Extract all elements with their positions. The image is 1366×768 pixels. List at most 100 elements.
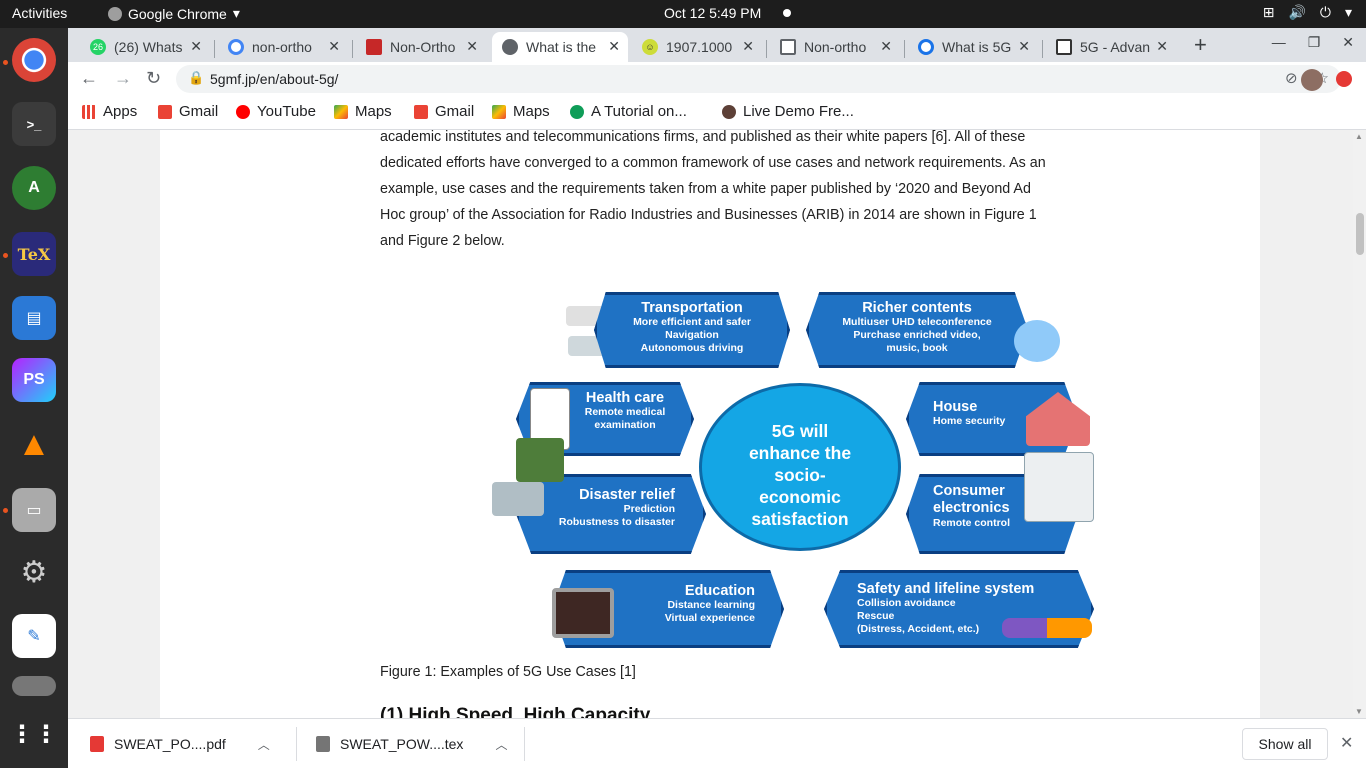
window-controls: — ❐ ✕	[1272, 34, 1354, 51]
document-viewer-icon[interactable]: ▤	[12, 296, 56, 340]
texmaker-icon[interactable]: TeX	[12, 232, 56, 276]
google-icon	[228, 39, 244, 55]
page-viewport: academic institutes and telecommunicatio…	[68, 130, 1353, 718]
live-demo-icon	[722, 104, 736, 119]
android-studio-icon[interactable]: A	[12, 166, 56, 210]
show-apps-icon[interactable]: ⋮⋮	[10, 712, 58, 756]
files-icon[interactable]: ▭	[12, 488, 56, 532]
figure-caption: Figure 1: Examples of 5G Use Cases [1]	[380, 664, 636, 680]
vlc-icon[interactable]: ▲	[12, 422, 56, 466]
page-scrollbar[interactable]: ▲ ▼	[1353, 130, 1366, 718]
active-indicator	[3, 253, 8, 258]
apps-grid-icon	[82, 104, 96, 119]
close-icon[interactable]: ✕	[1340, 733, 1353, 753]
bookmark-gmail[interactable]: Gmail	[158, 103, 218, 120]
tab-non-ortho[interactable]: Non-Ortho ✕	[356, 32, 486, 62]
chevron-down-icon: ▾	[1344, 4, 1352, 20]
bookmark-maps-2[interactable]: Maps	[492, 103, 550, 120]
drive-icon[interactable]	[12, 676, 56, 696]
tutorial-icon	[570, 104, 584, 119]
chevron-up-icon[interactable]: ︿	[495, 736, 507, 753]
close-icon[interactable]: ✕	[1018, 38, 1030, 55]
active-indicator	[3, 60, 8, 65]
chevron-up-icon[interactable]: ︿	[258, 736, 270, 753]
new-tab-button[interactable]: +	[1194, 32, 1207, 58]
tracking-protection-icon[interactable]: ⊘	[1285, 69, 1298, 87]
extension-icon[interactable]	[1336, 71, 1352, 87]
lock-icon[interactable]: 🔒	[188, 70, 204, 86]
use-case-richer-contents: Richer contents Multiuser UHD teleconfer…	[806, 292, 1028, 368]
restore-icon[interactable]: ❐	[1308, 34, 1321, 51]
close-icon[interactable]: ✕	[608, 38, 620, 55]
tab-non-ortho-google[interactable]: non-ortho ✕	[218, 32, 348, 62]
phpstorm-icon[interactable]: PS	[12, 358, 56, 402]
article-paragraph: academic institutes and telecommunicatio…	[380, 130, 1046, 249]
url-text[interactable]: 5gmf.jp/en/about-5g/	[210, 71, 338, 87]
show-all-button[interactable]: Show all	[1242, 728, 1328, 760]
bookmark-apps[interactable]: Apps	[82, 103, 137, 120]
chrome-icon[interactable]	[12, 38, 56, 82]
tab-whatsapp[interactable]: 26 (26) Whats ✕	[80, 32, 210, 62]
tab-divider	[214, 40, 215, 58]
gmail-icon	[414, 104, 428, 119]
close-icon[interactable]: ✕	[880, 38, 892, 55]
system-top-bar: Activities Google Chrome ▾ Oct 12 5:49 P…	[0, 0, 1366, 28]
clock[interactable]: Oct 12 5:49 PM	[664, 5, 761, 21]
section-heading: (1) High Speed, High Capacity	[380, 705, 651, 718]
close-icon[interactable]: ✕	[742, 38, 754, 55]
terminal-icon[interactable]: >_	[12, 102, 56, 146]
use-case-disaster-relief: Disaster relief Prediction Robustness to…	[516, 474, 706, 554]
youtube-icon	[236, 104, 250, 119]
tab-divider	[1042, 40, 1043, 58]
chrome-small-icon	[108, 6, 122, 21]
forward-icon[interactable]: →	[114, 68, 132, 89]
browser-toolbar: ← → ↻ 🔒 5gmf.jp/en/about-5g/ ⊘ ☆	[68, 62, 1366, 96]
text-editor-icon[interactable]: ✎	[12, 614, 56, 658]
close-icon[interactable]: ✕	[466, 38, 478, 55]
tab-divider	[352, 40, 353, 58]
maps-icon	[492, 104, 506, 119]
close-window-icon[interactable]: ✕	[1342, 34, 1354, 51]
chevron-down-icon: ▾	[232, 5, 240, 21]
scroll-up-icon[interactable]: ▲	[1355, 132, 1363, 141]
tab-non-ortho-doc[interactable]: Non-ortho ✕	[770, 32, 900, 62]
app-menu[interactable]: Google Chrome ▾	[108, 5, 240, 22]
bookmark-tutorial[interactable]: A Tutorial on...	[570, 103, 687, 120]
settings-icon[interactable]: ⚙	[12, 550, 56, 594]
bookmark-gmail-2[interactable]: Gmail	[414, 103, 474, 120]
tablet-lecture-illustration	[552, 588, 614, 638]
quora-icon	[918, 39, 934, 55]
download-item-tex[interactable]: SWEAT_POW....tex ︿	[316, 729, 507, 759]
scroll-thumb[interactable]	[1356, 213, 1364, 255]
tab-5g-advantages[interactable]: 5G - Advan ✕	[1046, 32, 1176, 62]
close-icon[interactable]: ✕	[1156, 38, 1168, 55]
system-tray[interactable]: ⊞ 🔊 ⏻ ▾	[1263, 4, 1352, 21]
globe-illustration	[1014, 320, 1060, 362]
reload-icon[interactable]: ↻	[146, 68, 161, 89]
scroll-down-icon[interactable]: ▼	[1355, 707, 1363, 716]
use-case-transportation: Transportation More efficient and safer …	[594, 292, 790, 368]
activities-button[interactable]: Activities	[12, 5, 67, 21]
bookmark-icon	[366, 39, 382, 55]
power-icon: ⏻	[1319, 4, 1331, 20]
bookmark-maps[interactable]: Maps	[334, 103, 392, 120]
whatsapp-icon: 26	[90, 39, 106, 55]
close-icon[interactable]: ✕	[190, 38, 202, 55]
omnibox[interactable]: 🔒 5gmf.jp/en/about-5g/ ⊘ ☆	[176, 65, 1341, 93]
close-icon[interactable]: ✕	[328, 38, 340, 55]
download-item-pdf[interactable]: SWEAT_PO....pdf ︿	[90, 729, 270, 759]
minimize-icon[interactable]: —	[1272, 34, 1286, 51]
shelf-divider	[524, 727, 525, 761]
back-icon[interactable]: ←	[80, 68, 98, 89]
app-name: Google Chrome	[128, 5, 227, 22]
bookmark-live-demo[interactable]: Live Demo Fre...	[722, 103, 854, 120]
tab-what-is-5g[interactable]: What is 5G ✕	[908, 32, 1038, 62]
profile-avatar[interactable]	[1301, 69, 1323, 91]
shelf-divider	[296, 727, 297, 761]
bookmark-youtube[interactable]: YouTube	[236, 103, 316, 120]
tab-arxiv[interactable]: ☺ 1907.1000 ✕	[632, 32, 762, 62]
figure-5g-use-cases: Transportation More efficient and safer …	[488, 292, 1108, 664]
smiley-icon: ☺	[642, 39, 658, 55]
tab-what-is-the[interactable]: What is the ✕	[492, 32, 628, 62]
article-content: academic institutes and telecommunicatio…	[160, 130, 1260, 718]
